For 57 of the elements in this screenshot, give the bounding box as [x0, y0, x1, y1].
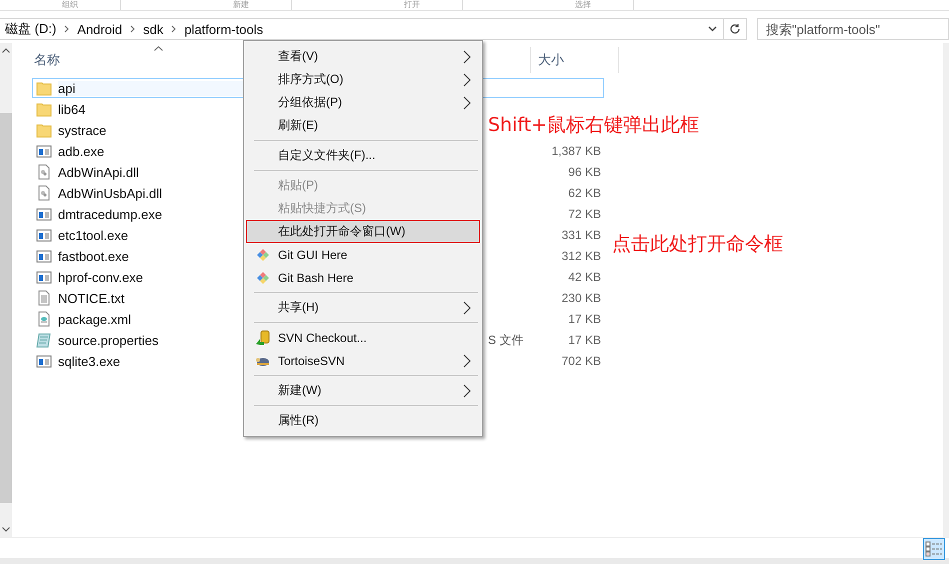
menu-item[interactable]: 自定义文件夹(F)...: [246, 144, 480, 167]
search-input[interactable]: 搜索"platform-tools": [758, 22, 948, 36]
scrollbar[interactable]: [0, 43, 12, 537]
file-size: 72 KB: [567, 207, 601, 221]
menu-item[interactable]: TortoiseSVN: [246, 349, 480, 372]
breadcrumb-item[interactable]: Android: [72, 22, 128, 36]
file-size: 1,387 KB: [550, 144, 601, 158]
menu-item[interactable]: 刷新(E): [246, 114, 480, 137]
file-icon: [36, 164, 52, 180]
details-view-button[interactable]: [923, 538, 945, 560]
diamond-icon: [254, 246, 270, 262]
menu-item[interactable]: SVN Checkout...: [246, 326, 480, 349]
menu-item[interactable]: 新建(W): [246, 379, 480, 402]
cylinder-arrow-icon: [254, 330, 270, 346]
search-field[interactable]: 搜索"platform-tools": [757, 18, 949, 40]
file-size: 42 KB: [567, 270, 601, 284]
file-icon: [36, 185, 52, 201]
file-icon: [36, 311, 52, 327]
scroll-up-icon[interactable]: [2, 48, 10, 53]
diamond-icon: [254, 270, 270, 286]
file-icon: [36, 269, 52, 285]
breadcrumb-item[interactable]: 磁盘 (D:): [0, 20, 62, 38]
column-header[interactable]: 大小: [538, 47, 618, 73]
file-size: 62 KB: [567, 186, 601, 200]
file-icon: [36, 206, 52, 222]
folder-icon: [36, 101, 52, 117]
details-view-icon: [925, 540, 943, 558]
menu-item[interactable]: 共享(H): [246, 296, 480, 319]
file-size: 17 KB: [567, 333, 601, 347]
refresh-icon[interactable]: [729, 23, 741, 35]
folder-icon: [36, 122, 52, 138]
menu-item[interactable]: 属性(R): [246, 409, 480, 432]
file-icon: [36, 353, 52, 369]
file-icon: [36, 332, 52, 348]
menu-item[interactable]: Git Bash Here: [246, 266, 480, 289]
file-size: 702 KB: [560, 354, 601, 368]
folder-icon: [36, 80, 52, 96]
file-type: S 文件: [488, 332, 524, 348]
file-icon: [36, 143, 52, 159]
annotation-text: 点击此处打开命令框: [612, 232, 783, 257]
file-size: 230 KB: [560, 291, 601, 305]
file-size: 96 KB: [567, 165, 601, 179]
file-icon: [36, 290, 52, 306]
file-size: 312 KB: [560, 249, 601, 263]
file-icon: [36, 227, 52, 243]
file-icon: [36, 248, 52, 264]
menu-item[interactable]: Git GUI Here: [246, 243, 480, 266]
file-size: 17 KB: [567, 312, 601, 326]
sort-caret-icon: [154, 46, 163, 51]
annotation-text: Shift+鼠标右键弹出此框: [488, 113, 700, 138]
menu-item[interactable]: 在此处打开命令窗口(W): [246, 220, 480, 243]
menu-item[interactable]: 查看(V): [246, 45, 480, 68]
scroll-down-icon[interactable]: [2, 527, 10, 532]
address-bar[interactable]: 磁盘 (D:) Android sdk platform-tools: [0, 18, 747, 40]
file-size: 331 KB: [560, 228, 601, 242]
breadcrumb-item[interactable]: platform-tools: [179, 22, 268, 36]
breadcrumb-item[interactable]: sdk: [138, 22, 168, 36]
